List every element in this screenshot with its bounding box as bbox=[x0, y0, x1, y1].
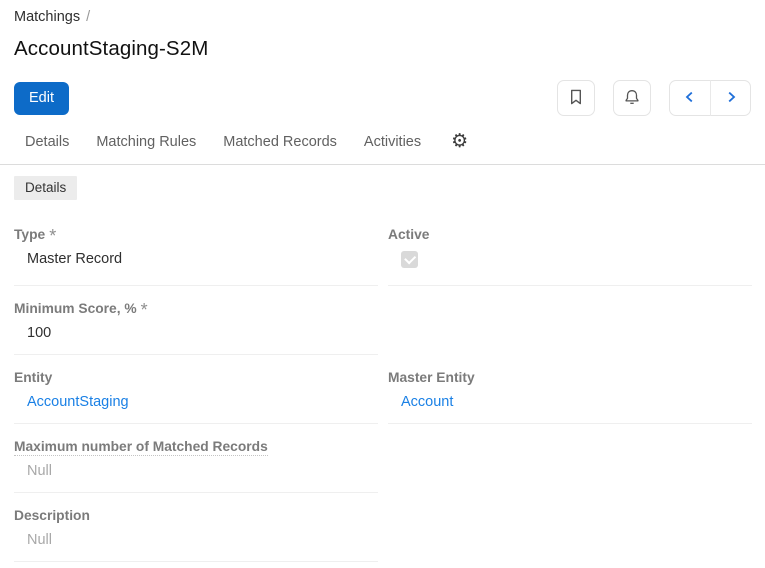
field-description-label: Description bbox=[14, 508, 90, 523]
record-tabs: Details Matching Rules Matched Records A… bbox=[0, 132, 765, 165]
breadcrumb-separator: / bbox=[86, 9, 91, 25]
field-maximum-matched-records-label: Maximum number of Matched Records bbox=[14, 439, 378, 456]
field-type-value: Master Record bbox=[27, 251, 123, 267]
master-entity-link[interactable]: Account bbox=[401, 394, 453, 410]
field-active-label: Active bbox=[388, 227, 430, 242]
gear-icon[interactable]: ⚙ bbox=[451, 132, 468, 151]
empty-cell bbox=[388, 508, 752, 562]
field-entity-label: Entity bbox=[14, 370, 53, 385]
empty-cell bbox=[388, 439, 752, 493]
field-minimum-score-value: 100 bbox=[27, 325, 52, 341]
field-type-label-text: Type bbox=[14, 227, 46, 242]
active-checkbox bbox=[401, 251, 418, 268]
details-form: Type * Master Record Active Minimum Score… bbox=[0, 227, 765, 568]
tab-activities[interactable]: Activities bbox=[364, 134, 421, 150]
bell-icon bbox=[623, 88, 641, 109]
bookmark-icon bbox=[567, 88, 585, 109]
notifications-button[interactable] bbox=[613, 80, 651, 116]
previous-record-button[interactable] bbox=[669, 80, 710, 116]
chevron-left-icon bbox=[681, 88, 699, 109]
breadcrumb: Matchings / bbox=[14, 9, 751, 25]
details-panel-label: Details bbox=[14, 176, 78, 200]
breadcrumb-link-matchings[interactable]: Matchings bbox=[14, 9, 80, 25]
next-record-button[interactable] bbox=[710, 80, 751, 116]
record-nav-group bbox=[669, 80, 751, 116]
header-icon-buttons bbox=[557, 80, 751, 116]
empty-cell bbox=[388, 301, 752, 355]
page-title: AccountStaging-S2M bbox=[14, 37, 209, 60]
field-type: Type * Master Record bbox=[14, 227, 378, 286]
field-minimum-score-label: Minimum Score, % * bbox=[14, 301, 378, 319]
field-master-entity-label: Master Entity bbox=[388, 370, 475, 385]
tab-matching-rules[interactable]: Matching Rules bbox=[96, 134, 196, 150]
actions-row: Edit bbox=[14, 80, 751, 116]
field-entity-value: AccountStaging bbox=[14, 394, 378, 423]
field-minimum-score-label-text: Minimum Score, % bbox=[14, 301, 137, 316]
field-maximum-matched-records-value: Null bbox=[27, 463, 52, 479]
field-master-entity-value: Account bbox=[388, 394, 752, 423]
entity-link[interactable]: AccountStaging bbox=[27, 394, 129, 410]
edit-button[interactable]: Edit bbox=[14, 81, 69, 115]
chevron-right-icon bbox=[722, 88, 740, 109]
field-type-label: Type * bbox=[14, 227, 378, 245]
required-marker: * bbox=[140, 300, 148, 320]
field-active: Active bbox=[388, 227, 752, 286]
field-description-value: Null bbox=[27, 532, 52, 548]
field-minimum-score: Minimum Score, % * 100 bbox=[14, 301, 378, 355]
record-header: Matchings / AccountStaging-S2M Edit bbox=[0, 0, 765, 116]
field-active-value bbox=[388, 251, 752, 285]
field-master-entity: Master Entity Account bbox=[388, 370, 752, 424]
field-entity: Entity AccountStaging bbox=[14, 370, 378, 424]
field-maximum-matched-records-label-text: Maximum number of Matched Records bbox=[14, 439, 268, 456]
tab-details[interactable]: Details bbox=[25, 134, 69, 150]
field-maximum-matched-records: Maximum number of Matched Records Null bbox=[14, 439, 378, 493]
field-description: Description Null bbox=[14, 508, 378, 562]
tab-matched-records[interactable]: Matched Records bbox=[223, 134, 337, 150]
bookmark-button[interactable] bbox=[557, 80, 595, 116]
required-marker: * bbox=[49, 226, 57, 246]
